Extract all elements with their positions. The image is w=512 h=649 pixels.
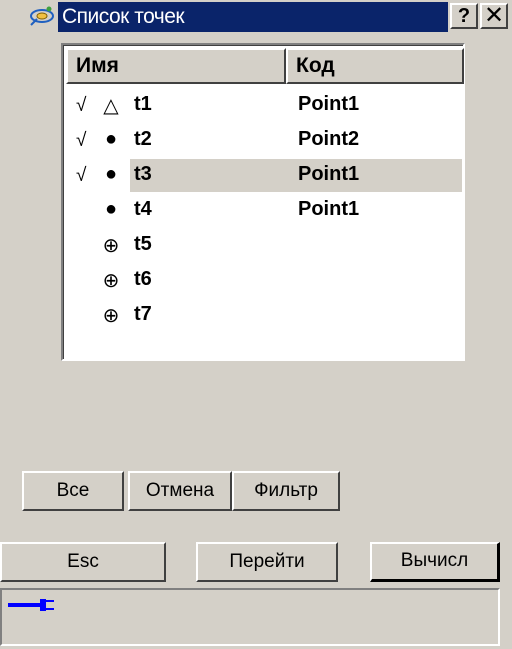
dot-point-icon: ● (104, 128, 118, 150)
dot-point-icon: ● (104, 198, 118, 220)
point-name: t2 (134, 128, 152, 150)
selection-highlight (130, 299, 462, 332)
check-mark: √ (76, 130, 87, 151)
title-bar: Список точек ? ✕ (0, 0, 512, 34)
list-item[interactable]: √ △ t1 Point1 (64, 89, 462, 124)
selection-highlight (130, 264, 462, 297)
list-item[interactable]: √ ● t3 Point1 (64, 159, 462, 194)
point-list[interactable]: Имя Код √ △ t1 Point1 √ ● t2 Point2 √ ● t3 Point1 ● t… (61, 43, 465, 361)
close-button[interactable]: ✕ (480, 3, 508, 29)
list-item[interactable]: ⊕ t7 (64, 299, 462, 334)
esc-button[interactable]: Esc (0, 542, 166, 582)
selection-highlight (130, 89, 462, 122)
crosshair-point-icon: ⊕ (102, 305, 120, 327)
list-item[interactable]: ⊕ t5 (64, 229, 462, 264)
point-name: t4 (134, 198, 152, 220)
column-header-name[interactable]: Имя (66, 48, 286, 84)
list-item[interactable]: √ ● t2 Point2 (64, 124, 462, 159)
list-item[interactable]: ⊕ t6 (64, 264, 462, 299)
point-code: Point1 (298, 163, 360, 185)
filter-button[interactable]: Фильтр (232, 471, 340, 511)
triangle-point-icon: △ (103, 95, 119, 117)
plug-connection-icon (8, 599, 54, 611)
column-header-code[interactable]: Код (286, 48, 464, 84)
crosshair-point-icon: ⊕ (102, 235, 120, 257)
status-bar (0, 588, 500, 646)
point-code: Point1 (298, 198, 360, 220)
window-title: Список точек (62, 5, 185, 28)
satellite-icon (30, 6, 54, 26)
point-list-inner: Имя Код √ △ t1 Point1 √ ● t2 Point2 √ ● t3 Point1 ● t… (63, 45, 464, 359)
point-name: t7 (134, 303, 152, 325)
cancel-button[interactable]: Отмена (128, 471, 232, 511)
goto-button[interactable]: Перейти (196, 542, 338, 582)
selection-highlight (130, 229, 462, 262)
select-all-button[interactable]: Все (22, 471, 124, 511)
point-name: t1 (134, 93, 152, 115)
list-item[interactable]: ● t4 Point1 (64, 194, 462, 229)
selection-highlight (130, 124, 462, 157)
point-name: t6 (134, 268, 152, 290)
calculate-button[interactable]: Вычисл (370, 542, 500, 582)
dot-point-icon: ● (104, 163, 118, 185)
crosshair-point-icon: ⊕ (102, 270, 120, 292)
check-mark: √ (76, 165, 87, 186)
point-code: Point2 (298, 128, 360, 150)
selection-highlight (130, 194, 462, 227)
point-name: t5 (134, 233, 152, 255)
point-name: t3 (134, 163, 152, 185)
point-code: Point1 (298, 93, 360, 115)
help-button[interactable]: ? (450, 3, 478, 29)
selection-highlight (130, 159, 462, 192)
check-mark: √ (76, 95, 87, 116)
